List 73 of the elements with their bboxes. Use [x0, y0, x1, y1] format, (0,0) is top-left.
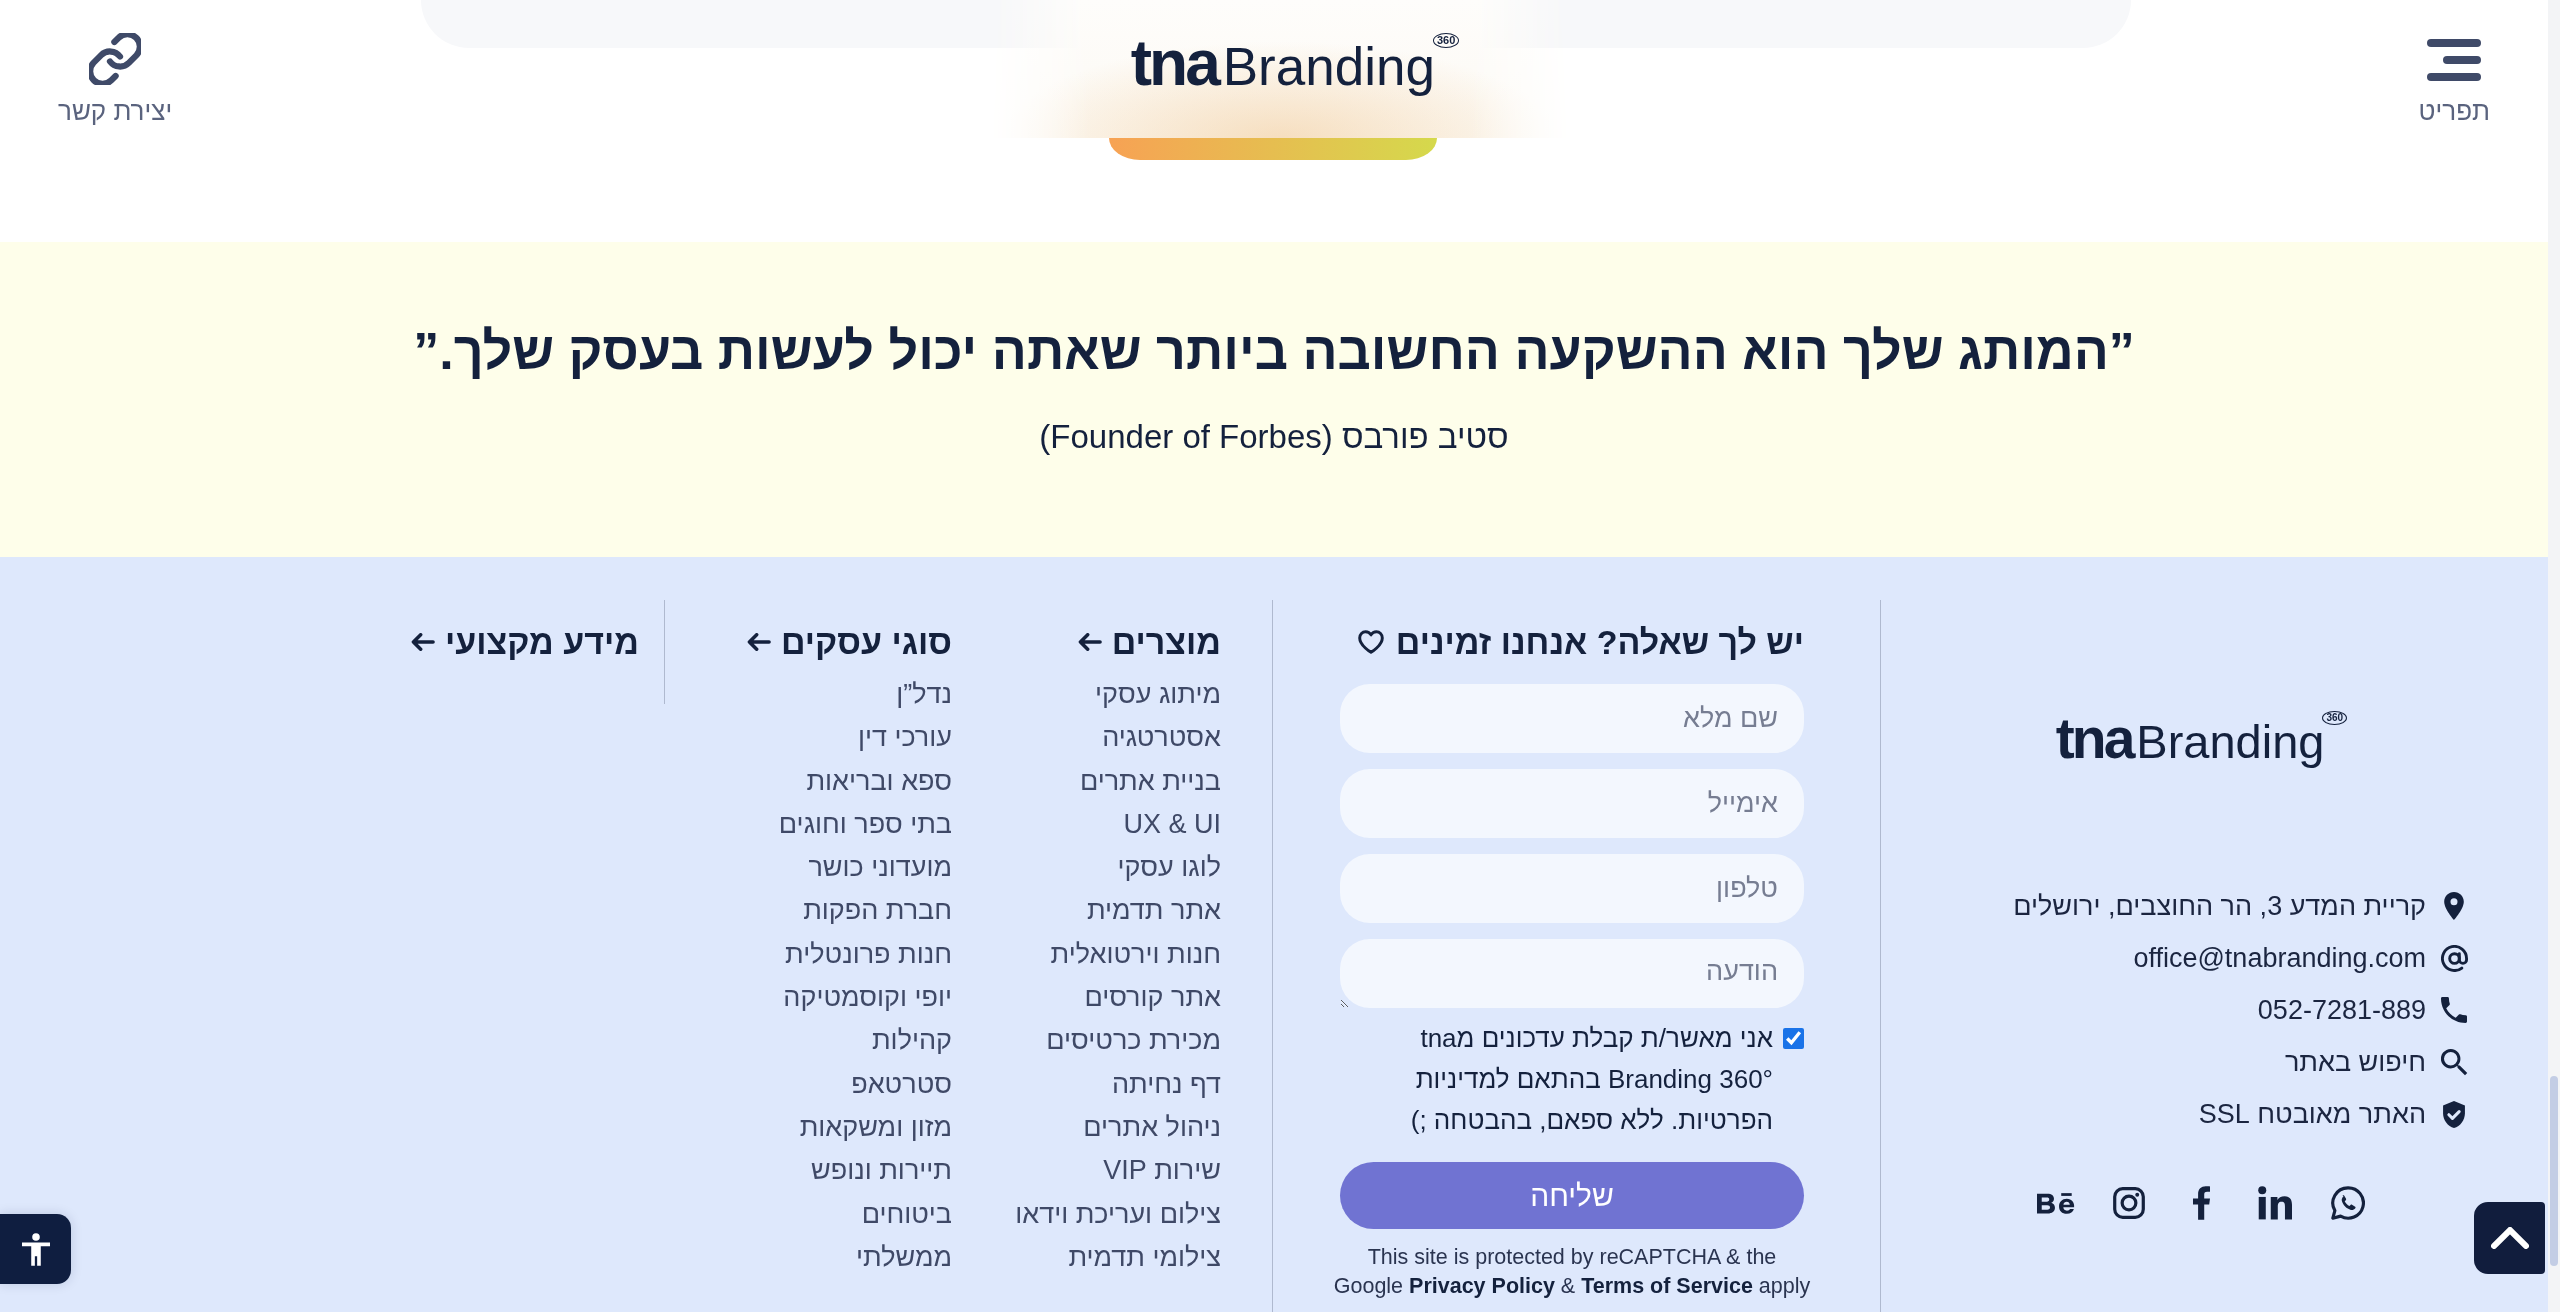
form-title: יש לך שאלה? אנחנו זמינים: [1395, 622, 1804, 663]
quote-text: ”המותג שלך הוא ההשקעה החשובה ביותר שאתה יכול לעשות בעסק שלך.”: [413, 321, 2135, 382]
footer-link[interactable]: בתי ספר וחוגים: [778, 802, 952, 847]
footer-link[interactable]: מיתוג עסקי: [1095, 673, 1221, 717]
consent-text: אני מאשר/ת קבלת עדכונים מtna Branding 360° בהתאם למדיניות הפרטיות. ללא ספאם, בהבטחה ;): [1409, 1022, 1773, 1137]
footer-link[interactable]: ניהול אתרים: [1083, 1105, 1221, 1150]
whatsapp-icon[interactable]: [2330, 1186, 2365, 1221]
footer-link[interactable]: בניית אתרים: [1079, 759, 1221, 803]
search-icon: [2440, 1048, 2468, 1076]
footer-link[interactable]: אתר קורסים: [1084, 976, 1221, 1020]
recaptcha-notice: This site is protected by reCAPTCHA & the Google Privacy Policy & Terms of Service apply: [1332, 1244, 1812, 1300]
footer-link[interactable]: מועדוני כושר: [808, 846, 952, 890]
column-heading-link[interactable]: מידע מקצועי: [410, 620, 639, 664]
input-field[interactable]: שם מלא: [1340, 684, 1804, 753]
site-search-link[interactable]: חיפוש באתר: [2284, 1045, 2426, 1080]
column-heading-link[interactable]: סוגי עסקים: [746, 620, 952, 664]
footer-link[interactable]: לוגו עסקי: [1117, 846, 1221, 890]
accessibility-icon: [21, 1232, 50, 1266]
footer-link[interactable]: דף נחיתה: [1112, 1062, 1221, 1106]
at-sign-icon: [2440, 944, 2468, 972]
menu-icon: [2427, 39, 2482, 81]
behance-icon[interactable]: [2036, 1192, 2075, 1214]
footer-link[interactable]: ממשלתי: [856, 1235, 952, 1280]
address-text: קריית המדע 3, הר החוצבים, ירושלים: [2013, 890, 2426, 924]
arrow-left-icon: [410, 633, 435, 651]
footer-link[interactable]: תיירות ונופש: [811, 1149, 952, 1193]
footer-link[interactable]: נדל”ן: [896, 673, 952, 717]
footer-link[interactable]: חנות וירטואלית: [1050, 932, 1221, 977]
scrollbar[interactable]: [2548, 0, 2560, 1312]
message-field[interactable]: הודעה: [1340, 939, 1804, 1008]
quote-author: סטיב פורבס (Founder of Forbes): [1039, 417, 1509, 457]
column-heading-link[interactable]: מוצרים: [1077, 620, 1221, 664]
footer-link[interactable]: מכירת כרטיסים: [1046, 1019, 1221, 1063]
footer-link[interactable]: חנות פרונטלית: [785, 932, 952, 977]
arrow-left-icon: [1077, 633, 1102, 651]
footer-link[interactable]: עורכי דין: [857, 716, 952, 760]
heart-icon: [1357, 630, 1384, 654]
notice-link[interactable]: Terms of Service: [1581, 1274, 1753, 1298]
contact-link[interactable]: יצירת קשר: [58, 33, 173, 127]
footer-link[interactable]: UX & UI: [1123, 802, 1221, 847]
ssl-note: האתר מאובטח SSL: [2198, 1098, 2426, 1132]
accessibility-button[interactable]: [0, 1214, 71, 1284]
phone-link[interactable]: 052-7281-889: [2257, 993, 2426, 1028]
facebook-icon[interactable]: [2193, 1186, 2210, 1221]
shield-check-icon: [2443, 1100, 2465, 1128]
location-pin-icon: [2444, 892, 2464, 921]
submit-button[interactable]: שליחה: [1340, 1162, 1804, 1229]
footer-link[interactable]: חברת הפקות: [803, 889, 952, 933]
footer-link[interactable]: צילומי תדמית: [1068, 1235, 1221, 1280]
footer-link[interactable]: ביטוחים: [861, 1192, 952, 1236]
arrow-left-icon: [746, 633, 771, 651]
footer-link[interactable]: ספא ובריאות: [806, 759, 952, 803]
footer-link[interactable]: סטרטאפ: [851, 1062, 952, 1106]
email-link[interactable]: office@tnabranding.com: [2133, 941, 2426, 976]
link-icon: [89, 33, 142, 85]
footer-link[interactable]: אתר תדמית: [1086, 889, 1221, 933]
phone-icon: [2441, 997, 2467, 1024]
footer-link[interactable]: קהילות: [871, 1019, 952, 1063]
notice-link[interactable]: Privacy Policy: [1409, 1274, 1555, 1298]
scroll-top-button[interactable]: [2474, 1202, 2545, 1274]
input-field[interactable]: טלפון: [1340, 854, 1804, 923]
input-field[interactable]: אימייל: [1340, 769, 1804, 838]
footer-link[interactable]: שירות VIP: [1103, 1149, 1221, 1193]
scrollbar-thumb[interactable]: [2550, 1076, 2558, 1266]
footer-link[interactable]: צילום ועריכת וידאו: [1015, 1192, 1221, 1236]
chevron-up-icon: [2490, 1227, 2529, 1249]
footer-link[interactable]: מזון ומשקאות: [799, 1105, 952, 1150]
menu-button[interactable]: תפריט: [2418, 39, 2490, 127]
linkedin-icon[interactable]: [2257, 1186, 2292, 1221]
instagram-icon[interactable]: [2112, 1187, 2145, 1220]
consent-checkbox[interactable]: [1783, 1028, 1804, 1049]
footer-link[interactable]: אסטרטגיה: [1102, 716, 1221, 760]
footer-link[interactable]: יופי וקוסמטיקה: [783, 976, 952, 1020]
